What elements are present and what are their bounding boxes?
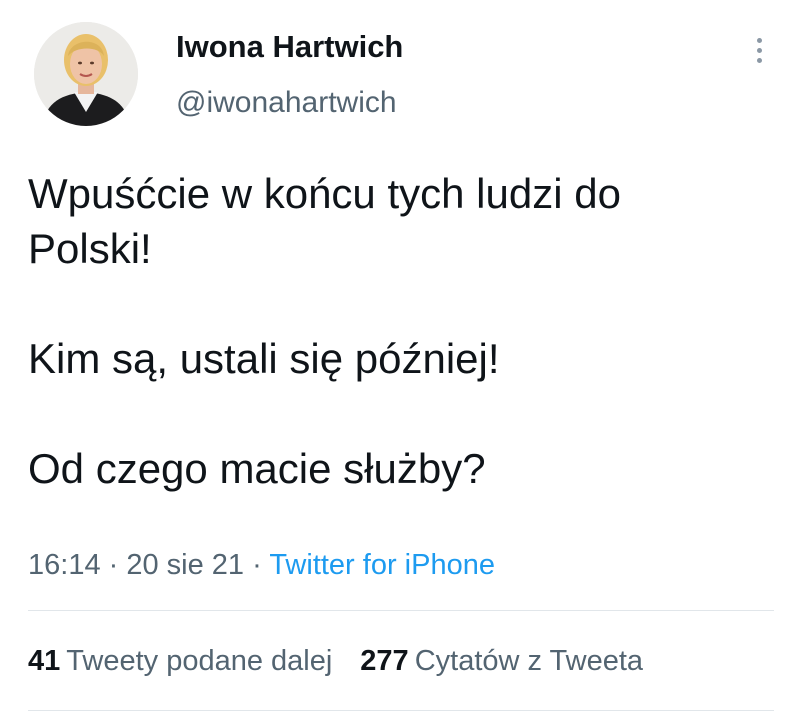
avatar[interactable] xyxy=(34,22,138,126)
retweets-stat[interactable]: 41 Tweety podane dalej xyxy=(28,643,332,679)
quotes-label: Cytatów z Tweeta xyxy=(414,645,644,677)
retweets-count: 41 xyxy=(28,645,61,677)
tweet-date[interactable]: 20 sie 21 xyxy=(126,549,244,581)
tweet-text: Wpuśćcie w końcu tych ludzi do Polski! K… xyxy=(28,166,768,496)
more-dot xyxy=(756,37,762,43)
tweet-paragraph: Wpuśćcie w końcu tych ludzi do Polski! xyxy=(28,170,621,272)
more-dot xyxy=(756,47,762,53)
tweet-stats: 41 Tweety podane dalej 277 Cytatów z Tweet… xyxy=(28,643,643,679)
tweet-paragraph: Kim są, ustali się później! xyxy=(28,335,500,382)
retweets-label: Tweety podane dalej xyxy=(66,645,333,677)
author-display-name[interactable]: Iwona Hartwich xyxy=(176,28,403,66)
divider xyxy=(28,610,774,611)
meta-separator: · xyxy=(244,549,270,581)
quotes-stat[interactable]: 277 Cytatów z Tweeta xyxy=(360,643,643,679)
tweet-paragraph-spacer xyxy=(28,386,768,441)
meta-separator: · xyxy=(100,549,127,581)
quotes-count: 277 xyxy=(360,645,409,677)
tweet-time[interactable]: 16:14 xyxy=(28,549,101,581)
tweet-paragraph: Od czego macie służby? xyxy=(28,445,486,492)
tweet-meta: 16:14 · 20 sie 21 · Twitter for iPhone xyxy=(28,547,495,583)
author-handle[interactable]: @iwonahartwich xyxy=(176,84,397,122)
tweet-source-link[interactable]: Twitter for iPhone xyxy=(269,549,495,581)
more-vertical-icon[interactable] xyxy=(744,30,774,70)
more-dot xyxy=(756,57,762,63)
tweet-paragraph-spacer xyxy=(28,276,768,331)
divider xyxy=(28,710,774,711)
